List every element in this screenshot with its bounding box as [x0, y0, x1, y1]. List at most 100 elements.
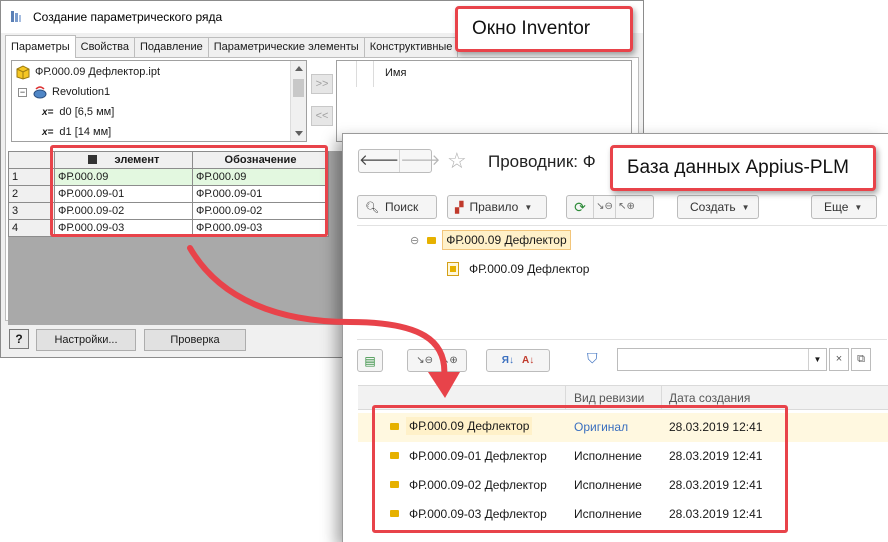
item-name: ФР.000.09-03 Дефлектор: [409, 507, 547, 521]
tab-constructive[interactable]: Конструктивные: [363, 37, 459, 58]
tree-item-param-d1[interactable]: x= d1 [14 мм]: [42, 123, 111, 141]
item-name: ФР.000.09-01 Дефлектор: [409, 449, 547, 463]
tree-item-feature[interactable]: − Revolution1: [18, 83, 110, 101]
designation-cell[interactable]: ФР.000.09-02: [192, 202, 329, 220]
row-number: 1: [8, 168, 55, 186]
tab-properties[interactable]: Свойства: [74, 37, 135, 58]
tree-item-param-d1-label: d1 [14 мм]: [59, 126, 112, 138]
grid-row[interactable]: 1 ФР.000.09 ФР.000.09: [8, 168, 329, 186]
tree-item-feature-label: Revolution1: [52, 86, 111, 98]
grid-row[interactable]: 2 ФР.000.09-01 ФР.000.09-01: [8, 185, 329, 203]
document-icon: [447, 262, 459, 276]
tab-suppression[interactable]: Подавление: [133, 37, 209, 58]
refresh-icon[interactable]: ⟳: [567, 199, 593, 216]
report-icon: ▤: [364, 353, 376, 368]
open-window-icon[interactable]: ⧉: [851, 348, 871, 371]
check-button[interactable]: Проверка: [144, 329, 246, 351]
tree-item-part[interactable]: ФР.000.09 Дефлектор.ipt: [15, 63, 160, 81]
grid-header-row: элемент Обозначение: [8, 151, 329, 169]
search-button[interactable]: 🔍︎ Поиск: [357, 195, 437, 219]
row-number: 3: [8, 202, 55, 220]
revolve-icon: [33, 86, 47, 99]
plm-tree-child[interactable]: ФР.000.09 Дефлектор: [447, 258, 589, 280]
folder-icon: [427, 236, 437, 244]
tree-item-param-d0[interactable]: x= d0 [6,5 мм]: [42, 103, 114, 121]
plm-tree-child-label: ФР.000.09 Дефлектор: [469, 262, 590, 276]
collapse-icon[interactable]: −: [18, 87, 27, 97]
column-divider: [373, 61, 374, 87]
settings-button[interactable]: Настройки...: [36, 329, 136, 351]
grid-corner: [8, 151, 55, 169]
sort-descending-icon[interactable]: А↓: [522, 355, 534, 366]
row-number: 4: [8, 219, 55, 237]
report-button[interactable]: ▤: [357, 349, 383, 372]
element-cell[interactable]: ФР.000.09-01: [54, 185, 193, 203]
rule-icon: ▞: [455, 201, 464, 214]
app-icon: [11, 11, 21, 22]
item-revision[interactable]: Оригинал: [574, 420, 628, 434]
move-right-button[interactable]: >>: [311, 74, 333, 94]
chevron-down-icon: ▼: [524, 202, 533, 212]
favorite-star-icon[interactable]: ☆: [447, 148, 467, 174]
column-divider: [356, 61, 357, 87]
element-cell[interactable]: ФР.000.09: [54, 168, 193, 186]
designation-cell[interactable]: ФР.000.09-01: [192, 185, 329, 203]
back-button[interactable]: 🡐: [359, 150, 399, 172]
grid-row[interactable]: 3 ФР.000.09-02 ФР.000.09-02: [8, 202, 329, 220]
list-item[interactable]: ФР.000.09-02 Дефлектор Исполнение 28.03.…: [358, 471, 888, 500]
sort-group: Я↓ А↓: [486, 349, 550, 372]
item-revision: Исполнение: [574, 507, 642, 521]
sort-ascending-icon[interactable]: Я↓: [502, 355, 514, 366]
expand-all-icon[interactable]: ↖⊕: [615, 196, 637, 218]
list-item[interactable]: ФР.000.09-01 Дефлектор Исполнение 28.03.…: [358, 442, 888, 471]
list-item[interactable]: ФР.000.09 Дефлектор Оригинал 28.03.2019 …: [358, 413, 888, 442]
plm-tree-root[interactable]: ⊖ ФР.000.09 Дефлектор: [410, 229, 571, 251]
help-button[interactable]: ?: [9, 329, 29, 349]
clear-filter-icon[interactable]: ×: [829, 348, 849, 371]
parameter-name-list[interactable]: Имя: [336, 60, 632, 142]
tree-scrollbar[interactable]: [290, 61, 306, 141]
more-button[interactable]: Еще ▼: [811, 195, 877, 219]
designation-cell[interactable]: ФР.000.09-03: [192, 219, 329, 237]
grid-row[interactable]: 4 ФР.000.09-03 ФР.000.09-03: [8, 219, 329, 237]
item-revision: Исполнение: [574, 478, 642, 492]
move-left-button[interactable]: <<: [311, 106, 333, 126]
item-name: ФР.000.09-02 Дефлектор: [409, 478, 547, 492]
part-icon: [16, 64, 30, 80]
model-tree[interactable]: ФР.000.09 Дефлектор.ipt − Revolution1 x=…: [11, 60, 307, 142]
item-date: 28.03.2019 12:41: [669, 507, 763, 521]
chevron-down-icon: ▼: [854, 202, 863, 212]
filter-input[interactable]: ▼: [617, 348, 827, 371]
collapse-all-icon[interactable]: ↘⊖: [593, 196, 615, 218]
expand-all-icon[interactable]: ↖⊕: [441, 355, 458, 366]
collapse-all-icon[interactable]: ↘⊖: [416, 355, 433, 366]
tab-parameters[interactable]: Параметры: [5, 35, 76, 58]
item-revision: Исполнение: [574, 449, 642, 463]
tab-parametric-features[interactable]: Параметрические элементы: [207, 37, 365, 58]
chevron-down-icon[interactable]: ▼: [808, 349, 826, 370]
callout-inventor: Окно Inventor: [455, 6, 633, 52]
forward-button[interactable]: 🡒: [399, 150, 440, 172]
filter-icon[interactable]: ⛉: [587, 350, 598, 367]
grid-header-designation[interactable]: Обозначение: [192, 151, 329, 169]
designation-cell[interactable]: ФР.000.09: [192, 168, 329, 186]
element-cell[interactable]: ФР.000.09-02: [54, 202, 193, 220]
scroll-up-icon[interactable]: [295, 66, 303, 71]
grid-header-element[interactable]: элемент: [54, 151, 193, 169]
folder-icon: [390, 510, 399, 517]
element-cell[interactable]: ФР.000.09-03: [54, 219, 193, 237]
folder-icon: [390, 452, 399, 459]
create-button[interactable]: Создать ▼: [677, 195, 759, 219]
member-grid: элемент Обозначение 1 ФР.000.09 ФР.000.0…: [8, 151, 329, 237]
section-divider: [357, 339, 887, 340]
rule-button[interactable]: ▞ Правило ▼: [447, 195, 547, 219]
row-number: 2: [8, 185, 55, 203]
tree-expand-group: ↘⊖ ↖⊕: [407, 349, 467, 372]
collapse-icon[interactable]: ⊖: [410, 234, 419, 247]
tab-bar: Параметры Свойства Подавление Параметрич…: [5, 35, 459, 58]
list-item[interactable]: ФР.000.09-03 Дефлектор Исполнение 28.03.…: [358, 500, 888, 529]
scroll-down-icon[interactable]: [295, 131, 303, 136]
scroll-thumb[interactable]: [293, 79, 304, 97]
column-header-date[interactable]: Дата создания: [669, 391, 750, 405]
column-header-revision[interactable]: Вид ревизии: [574, 391, 644, 405]
